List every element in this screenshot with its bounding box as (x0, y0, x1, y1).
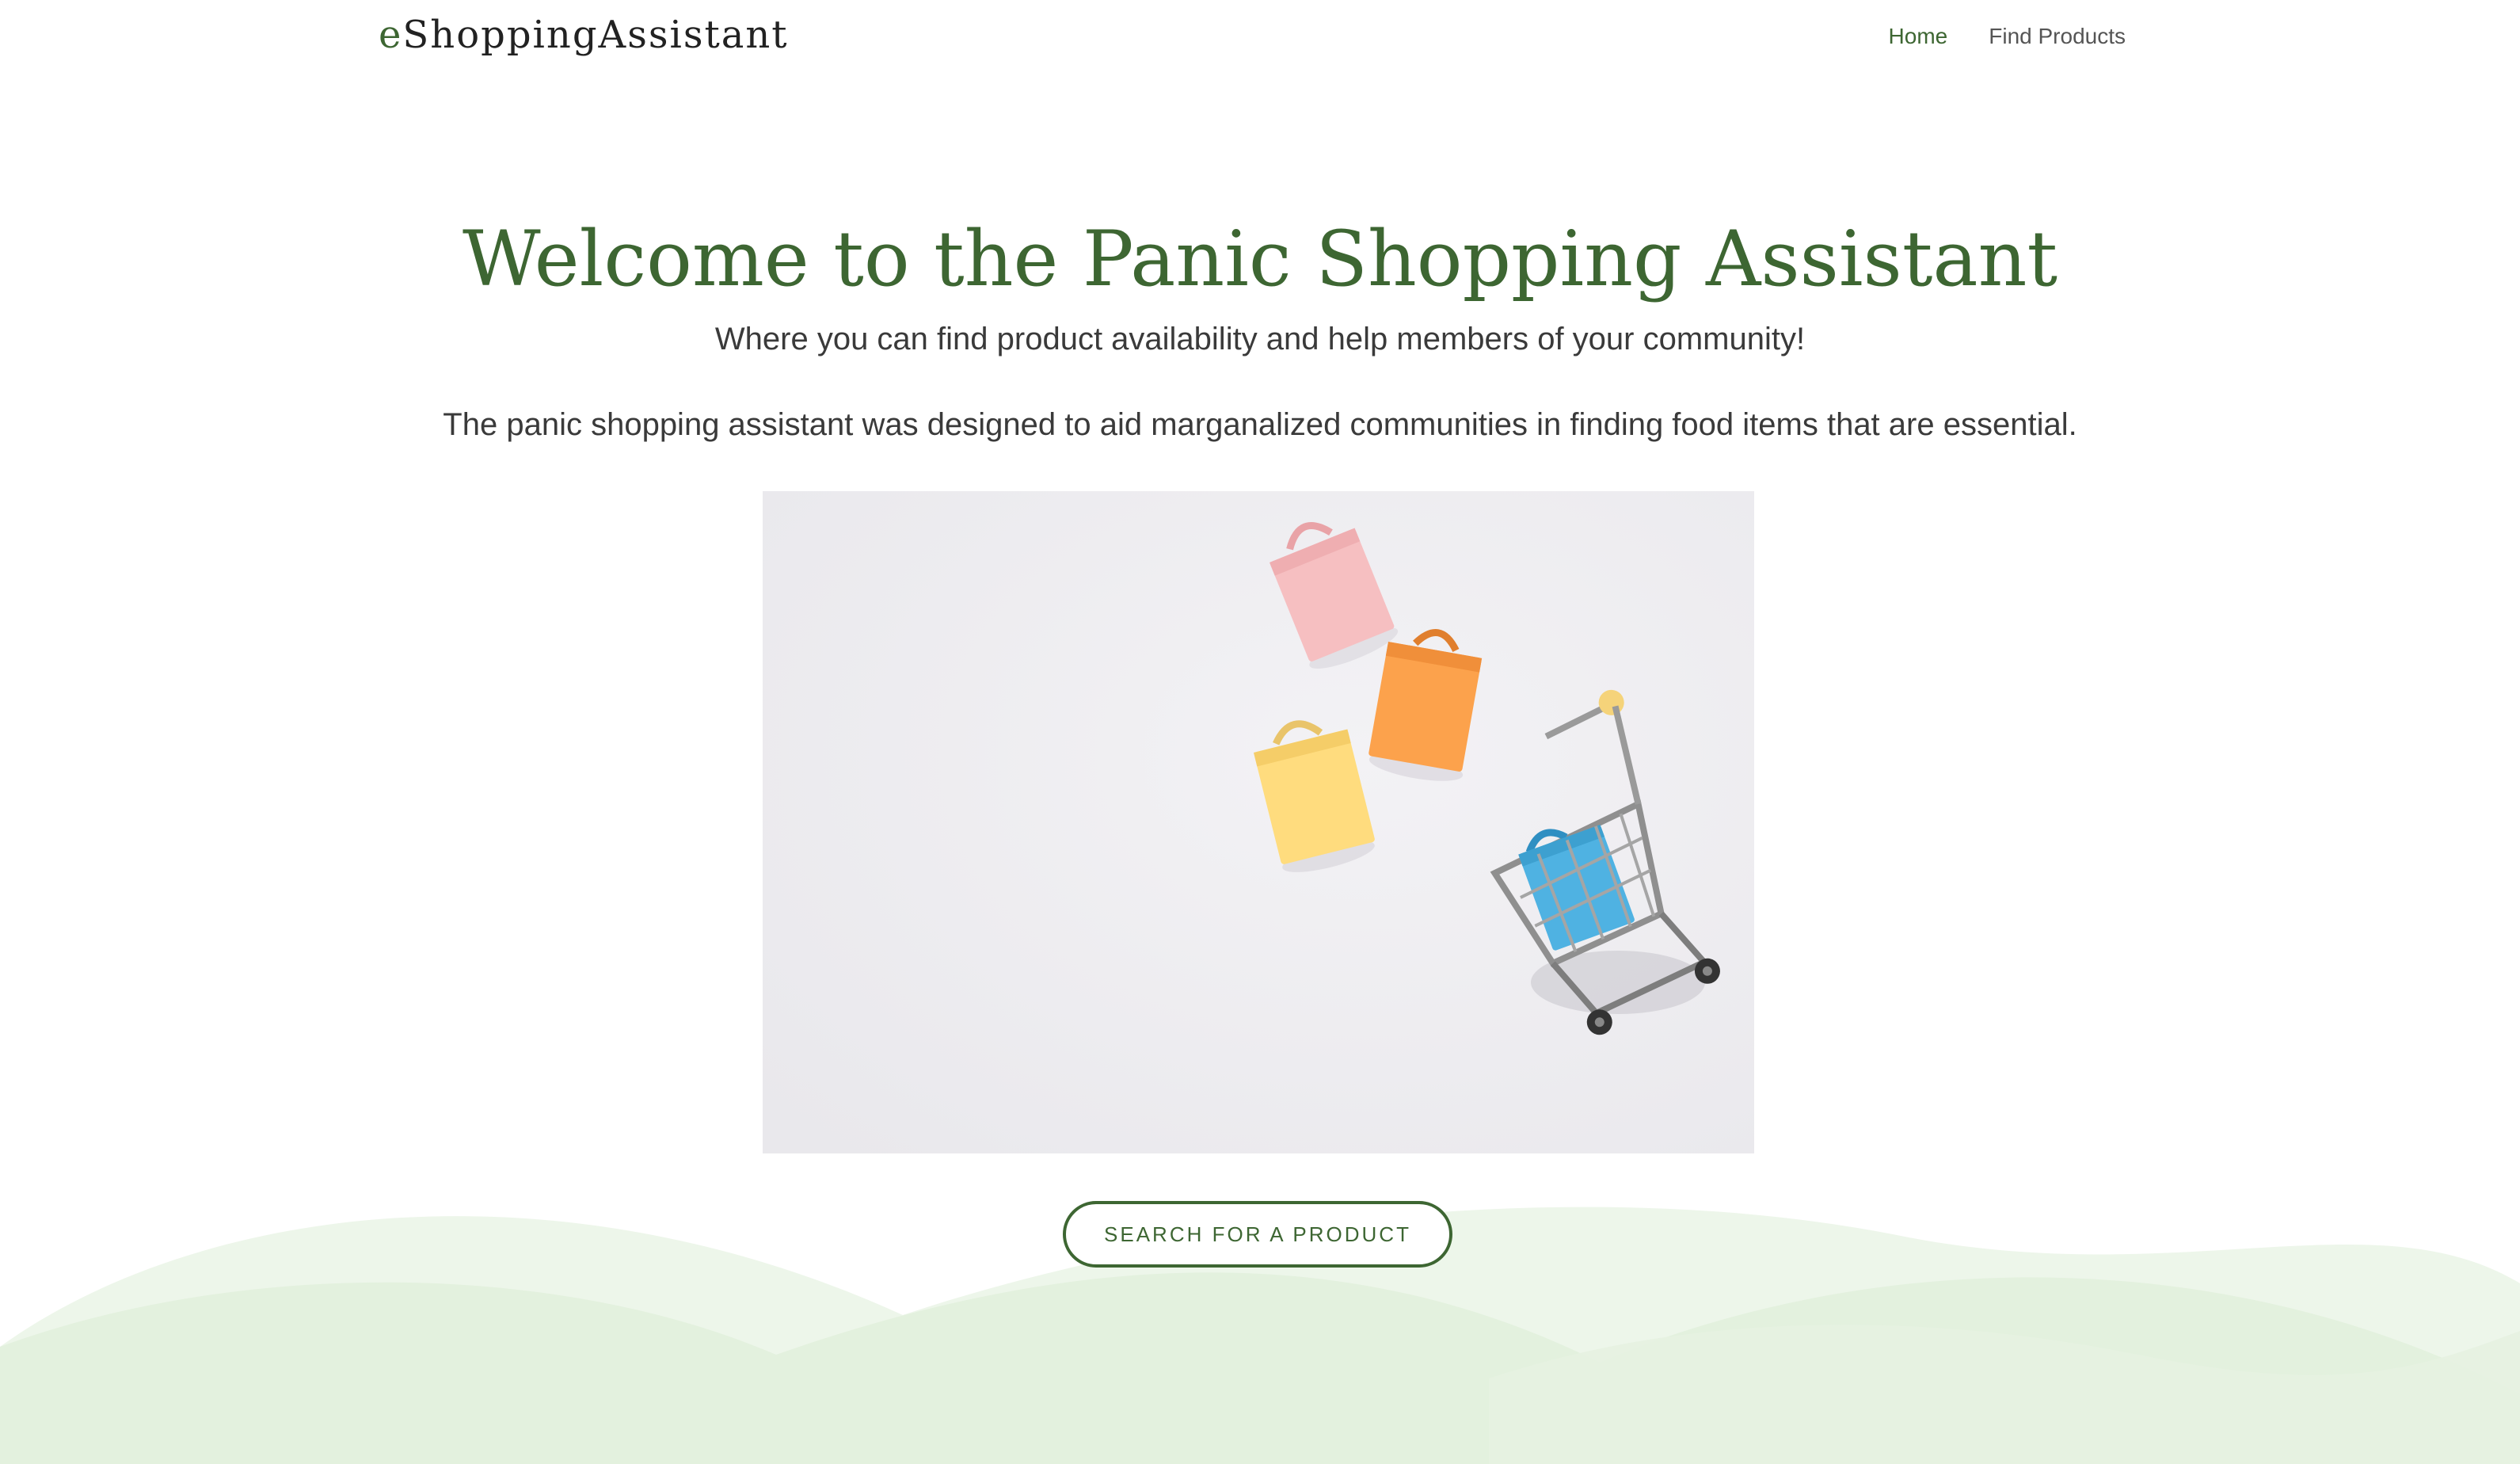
hero-image (763, 491, 1754, 1153)
brand-logo-prefix: e (379, 13, 403, 57)
brand-logo[interactable]: eShoppingAssistant (379, 6, 789, 63)
nav-link-home[interactable]: Home (1889, 21, 1948, 52)
nav-links: Home Find Products (1889, 21, 2126, 52)
brand-logo-text: ShoppingAssistant (402, 13, 789, 57)
page-title: Welcome to the Panic Shopping Assistant (462, 215, 2058, 303)
shopping-cart-illustration (763, 491, 1754, 1153)
nav-link-find-products[interactable]: Find Products (1989, 21, 2126, 52)
search-for-a-product-button[interactable]: SEARCH FOR A PRODUCT (1063, 1201, 1452, 1268)
navbar: eShoppingAssistant Home Find Products (0, 0, 2520, 71)
page: eShoppingAssistant Home Find Products We… (0, 0, 2520, 1464)
hero-description: The panic shopping assistant was designe… (443, 407, 2077, 442)
hero-subtitle: Where you can find product availability … (714, 322, 1806, 356)
